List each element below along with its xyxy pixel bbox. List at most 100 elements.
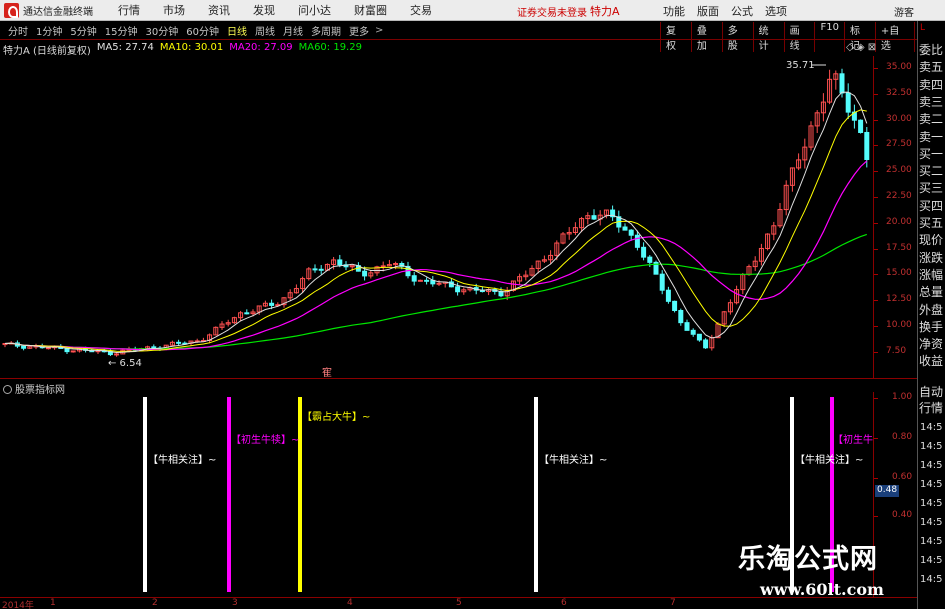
- candle: [802, 138, 808, 169]
- candle: [653, 260, 659, 275]
- candle: [814, 110, 820, 134]
- candle: [851, 104, 857, 129]
- period-monthly[interactable]: 月线: [283, 23, 303, 38]
- period-5min[interactable]: 5分钟: [70, 23, 96, 38]
- period-more[interactable]: 更多: [349, 23, 369, 38]
- quote-sidebar: L 委比 卖五 卖四 卖三 卖二 卖一 买一 买二 买三 买四 买五 现价 涨跌 涨幅 总量 外盘 换手 净资 收益…: [917, 21, 945, 609]
- menu-formula[interactable]: 公式: [731, 3, 753, 19]
- tool-stats[interactable]: 统计: [752, 22, 784, 52]
- candlestick-chart[interactable]: 35.71 ← 6.54 寉: [0, 56, 873, 378]
- candle: [244, 309, 250, 315]
- candle: [517, 273, 523, 285]
- menu-quotes[interactable]: 行情: [118, 2, 140, 18]
- price-axis: 35.00 32.50 30.00 27.50 25.00 22.50 20.00 17.50…: [873, 56, 917, 378]
- sidebar-quote-item[interactable]: 卖二: [919, 112, 945, 126]
- candle: [820, 93, 826, 122]
- signal-label: 【初生牛犊: [833, 435, 873, 446]
- menu-trade[interactable]: 交易: [410, 2, 432, 18]
- period-15min[interactable]: 15分钟: [105, 23, 138, 38]
- candle: [461, 287, 467, 295]
- menu-ask[interactable]: 问小达: [298, 2, 331, 18]
- indicator-tick-label: 0.40: [873, 510, 913, 520]
- watermark-url: www.60lt.com: [760, 580, 884, 599]
- date-tick-label: 2: [152, 598, 158, 608]
- tool-add-watchlist[interactable]: +自选: [874, 22, 914, 52]
- main-menu: 行情 市场 资讯 发现 问小达 财富圈 交易: [118, 2, 455, 18]
- period-multi[interactable]: 多周期: [311, 23, 341, 38]
- sidebar-quote-item[interactable]: 换手: [919, 320, 945, 334]
- signal-label: 【牛相关注】~: [148, 455, 217, 466]
- sidebar-quote-item[interactable]: 委比: [919, 43, 945, 57]
- candle: [27, 346, 33, 349]
- sidebar-quote-item[interactable]: 外盘: [919, 303, 945, 317]
- tool-f10[interactable]: F10: [814, 22, 843, 52]
- period-60min[interactable]: 60分钟: [186, 23, 219, 38]
- sidebar-quote-item[interactable]: 净资: [919, 337, 945, 351]
- menu-news[interactable]: 资讯: [208, 2, 230, 18]
- sidebar-quote-item[interactable]: 卖五: [919, 60, 945, 74]
- candle: [783, 180, 789, 216]
- sidebar-quote-item[interactable]: 涨跌: [919, 251, 945, 265]
- period-1min[interactable]: 1分钟: [36, 23, 62, 38]
- sidebar-quote-item[interactable]: 现价: [919, 233, 945, 247]
- period-scroll-icon[interactable]: >: [375, 25, 383, 36]
- candle-body: [839, 73, 845, 94]
- menu-options[interactable]: 选项: [765, 3, 787, 19]
- candle: [368, 270, 374, 279]
- date-tick-label: 4: [347, 598, 353, 608]
- candle: [659, 270, 665, 295]
- date-tick-label: 5: [456, 598, 462, 608]
- sidebar-quote-item[interactable]: 收益: [919, 354, 945, 368]
- period-weekly[interactable]: 周线: [255, 23, 275, 38]
- menu-market[interactable]: 市场: [163, 2, 185, 18]
- app-logo-icon: [4, 2, 19, 18]
- signal-bar: [298, 397, 302, 592]
- login-status[interactable]: 证券交易未登录: [517, 4, 587, 19]
- signal-label: 【牛相关注】~: [795, 455, 864, 466]
- sidebar-quote-item[interactable]: 卖三: [919, 95, 945, 109]
- price-tick-label: 35.00: [874, 62, 912, 72]
- sidebar-quote-item[interactable]: 卖一: [919, 130, 945, 144]
- tool-multi-stock[interactable]: 多股: [721, 22, 753, 52]
- candle-body: [21, 345, 27, 349]
- candle-body: [591, 215, 597, 220]
- menu-layout[interactable]: 版面: [697, 3, 719, 19]
- sidebar-quote-item[interactable]: 行情: [919, 401, 945, 415]
- ma10-label: MA10: 30.01: [159, 42, 224, 53]
- sidebar-quote-item[interactable]: 自动: [919, 385, 945, 399]
- period-30min[interactable]: 30分钟: [145, 23, 178, 38]
- candle: [293, 284, 299, 294]
- ma5-line: [4, 91, 868, 354]
- sidebar-quote-item[interactable]: 买三: [919, 181, 945, 195]
- candle: [845, 83, 851, 120]
- menu-discover[interactable]: 发现: [253, 2, 275, 18]
- candle-body: [845, 92, 851, 113]
- ma60-line: [4, 233, 868, 350]
- candle-body: [151, 346, 157, 349]
- period-intraday[interactable]: 分时: [8, 23, 28, 38]
- tool-adjust[interactable]: 复权: [660, 22, 691, 52]
- period-daily[interactable]: 日线: [227, 23, 247, 38]
- sidebar-quote-item[interactable]: 卖四: [919, 78, 945, 92]
- candle-body: [362, 270, 368, 277]
- chart-control-icons[interactable]: ◇ ◈ ⊠: [846, 42, 876, 53]
- candle-body: [678, 310, 684, 324]
- sidebar-quote-item[interactable]: 涨幅: [919, 268, 945, 282]
- sidebar-quote-item[interactable]: 总量: [919, 285, 945, 299]
- guest-user[interactable]: 游客: [894, 4, 914, 19]
- candle: [219, 321, 225, 331]
- tool-overlay[interactable]: 叠加: [690, 22, 722, 52]
- candle: [703, 338, 709, 349]
- sidebar-quote-item[interactable]: 买一: [919, 147, 945, 161]
- menu-wealth[interactable]: 财富圈: [354, 2, 387, 18]
- sidebar-quote-item[interactable]: 买四: [919, 199, 945, 213]
- sidebar-quote-item[interactable]: 买五: [919, 216, 945, 230]
- price-tick-label: 30.00: [874, 113, 912, 124]
- price-tick-label: 12.50: [874, 294, 912, 305]
- date-tick-label: 3: [232, 598, 238, 608]
- menu-function[interactable]: 功能: [663, 3, 685, 19]
- sidebar-quote-item[interactable]: 买二: [919, 164, 945, 178]
- candle-body: [45, 347, 51, 350]
- signal-bar: [534, 397, 538, 592]
- tool-draw[interactable]: 画线: [783, 22, 815, 52]
